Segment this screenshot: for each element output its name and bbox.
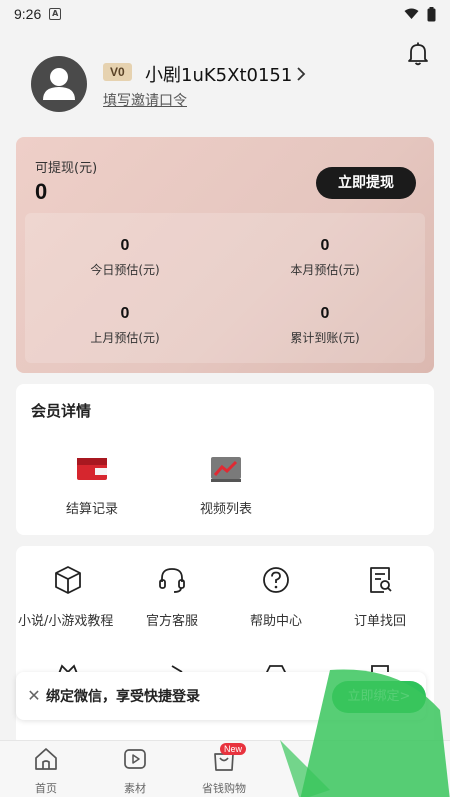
- avatar[interactable]: [31, 56, 87, 112]
- username[interactable]: 小剧1uK5Xt0151: [145, 61, 306, 87]
- help-icon: [263, 567, 289, 593]
- video-list-item[interactable]: 视频列表: [166, 454, 286, 517]
- stat-label: 本月预估(元): [290, 263, 360, 277]
- battery-icon: [427, 6, 436, 21]
- tab-home-label: 首页: [35, 782, 57, 795]
- withdrawable-label: 可提现(元): [35, 161, 98, 176]
- member-details-card: 会员详情 结算记录 视频列表: [16, 384, 434, 535]
- invite-code-link[interactable]: 填写邀请口令: [103, 90, 187, 110]
- tool-tutorial[interactable]: 小说/小游戏教程: [16, 564, 120, 632]
- settlement-records-item[interactable]: 结算记录: [32, 454, 152, 517]
- tool-order-recovery-label: 订单找回: [353, 614, 406, 629]
- cube-icon: [55, 566, 81, 594]
- withdraw-button[interactable]: 立即提现: [316, 167, 416, 199]
- video-list-icon: [211, 457, 241, 482]
- status-time: 9:26: [14, 6, 42, 22]
- tool-customer-service-label: 官方客服: [145, 614, 198, 629]
- tab-material[interactable]: 素材: [95, 746, 175, 796]
- level-badge: V0: [103, 63, 132, 81]
- wifi-icon: [404, 8, 419, 19]
- close-icon[interactable]: ✕: [24, 686, 44, 705]
- settlement-icon: [77, 458, 107, 480]
- stat-value: 0: [120, 237, 130, 254]
- stat-value: 0: [320, 305, 330, 322]
- tab-home[interactable]: 首页: [6, 746, 86, 796]
- username-text: 小剧1uK5Xt0151: [145, 65, 293, 86]
- member-title: 会员详情: [31, 402, 92, 420]
- tab-material-label: 素材: [124, 782, 146, 795]
- tool-tutorial-label: 小说/小游戏教程: [18, 614, 114, 629]
- video-list-label: 视频列表: [199, 502, 252, 517]
- stat-value: 0: [120, 305, 130, 322]
- status-bar: 9:26 A: [0, 0, 450, 28]
- stat-last-month: 0 上月预估(元): [25, 305, 225, 346]
- stat-value: 0: [320, 237, 330, 254]
- new-badge: New: [220, 743, 247, 755]
- bind-now-button[interactable]: 立即绑定>: [332, 681, 426, 713]
- tool-help-center[interactable]: 帮助中心: [224, 564, 328, 632]
- withdrawable-value: 0: [35, 179, 48, 204]
- stat-label: 累计到账(元): [290, 331, 360, 345]
- stat-today: 0 今日预估(元): [25, 237, 225, 278]
- status-right: [404, 6, 436, 22]
- tool-customer-service[interactable]: 官方客服: [120, 564, 224, 632]
- earnings-card: 可提现(元) 0 立即提现 0 今日预估(元) 0 本月预估(元) 0 上月预估…: [16, 137, 434, 373]
- stat-label: 今日预估(元): [90, 263, 160, 277]
- headset-icon: [159, 568, 185, 593]
- profile-header: V0 小剧1uK5Xt0151 填写邀请口令: [0, 28, 450, 136]
- user-silhouette-icon: [43, 68, 75, 100]
- home-icon: [35, 748, 57, 770]
- bell-icon[interactable]: [405, 40, 431, 66]
- bind-wechat-text: 绑定微信，享受快捷登录: [46, 689, 200, 705]
- settlement-records-label: 结算记录: [65, 502, 118, 517]
- notification-a-icon: A: [49, 8, 62, 20]
- stat-total: 0 累计到账(元): [225, 305, 425, 346]
- chevron-right-icon: [297, 67, 306, 81]
- earnings-stats: 0 今日预估(元) 0 本月预估(元) 0 上月预估(元) 0 累计到账(元): [25, 213, 425, 363]
- stat-this-month: 0 本月预估(元): [225, 237, 425, 278]
- tab-shopping-label: 省钱购物: [202, 782, 246, 795]
- bind-wechat-banner: ✕ 绑定微信，享受快捷登录 立即绑定>: [16, 672, 426, 720]
- order-search-icon: [370, 567, 392, 593]
- tool-help-center-label: 帮助中心: [249, 614, 302, 629]
- play-icon: [124, 749, 146, 769]
- stat-label: 上月预估(元): [90, 331, 160, 345]
- tool-order-recovery[interactable]: 订单找回: [328, 564, 432, 632]
